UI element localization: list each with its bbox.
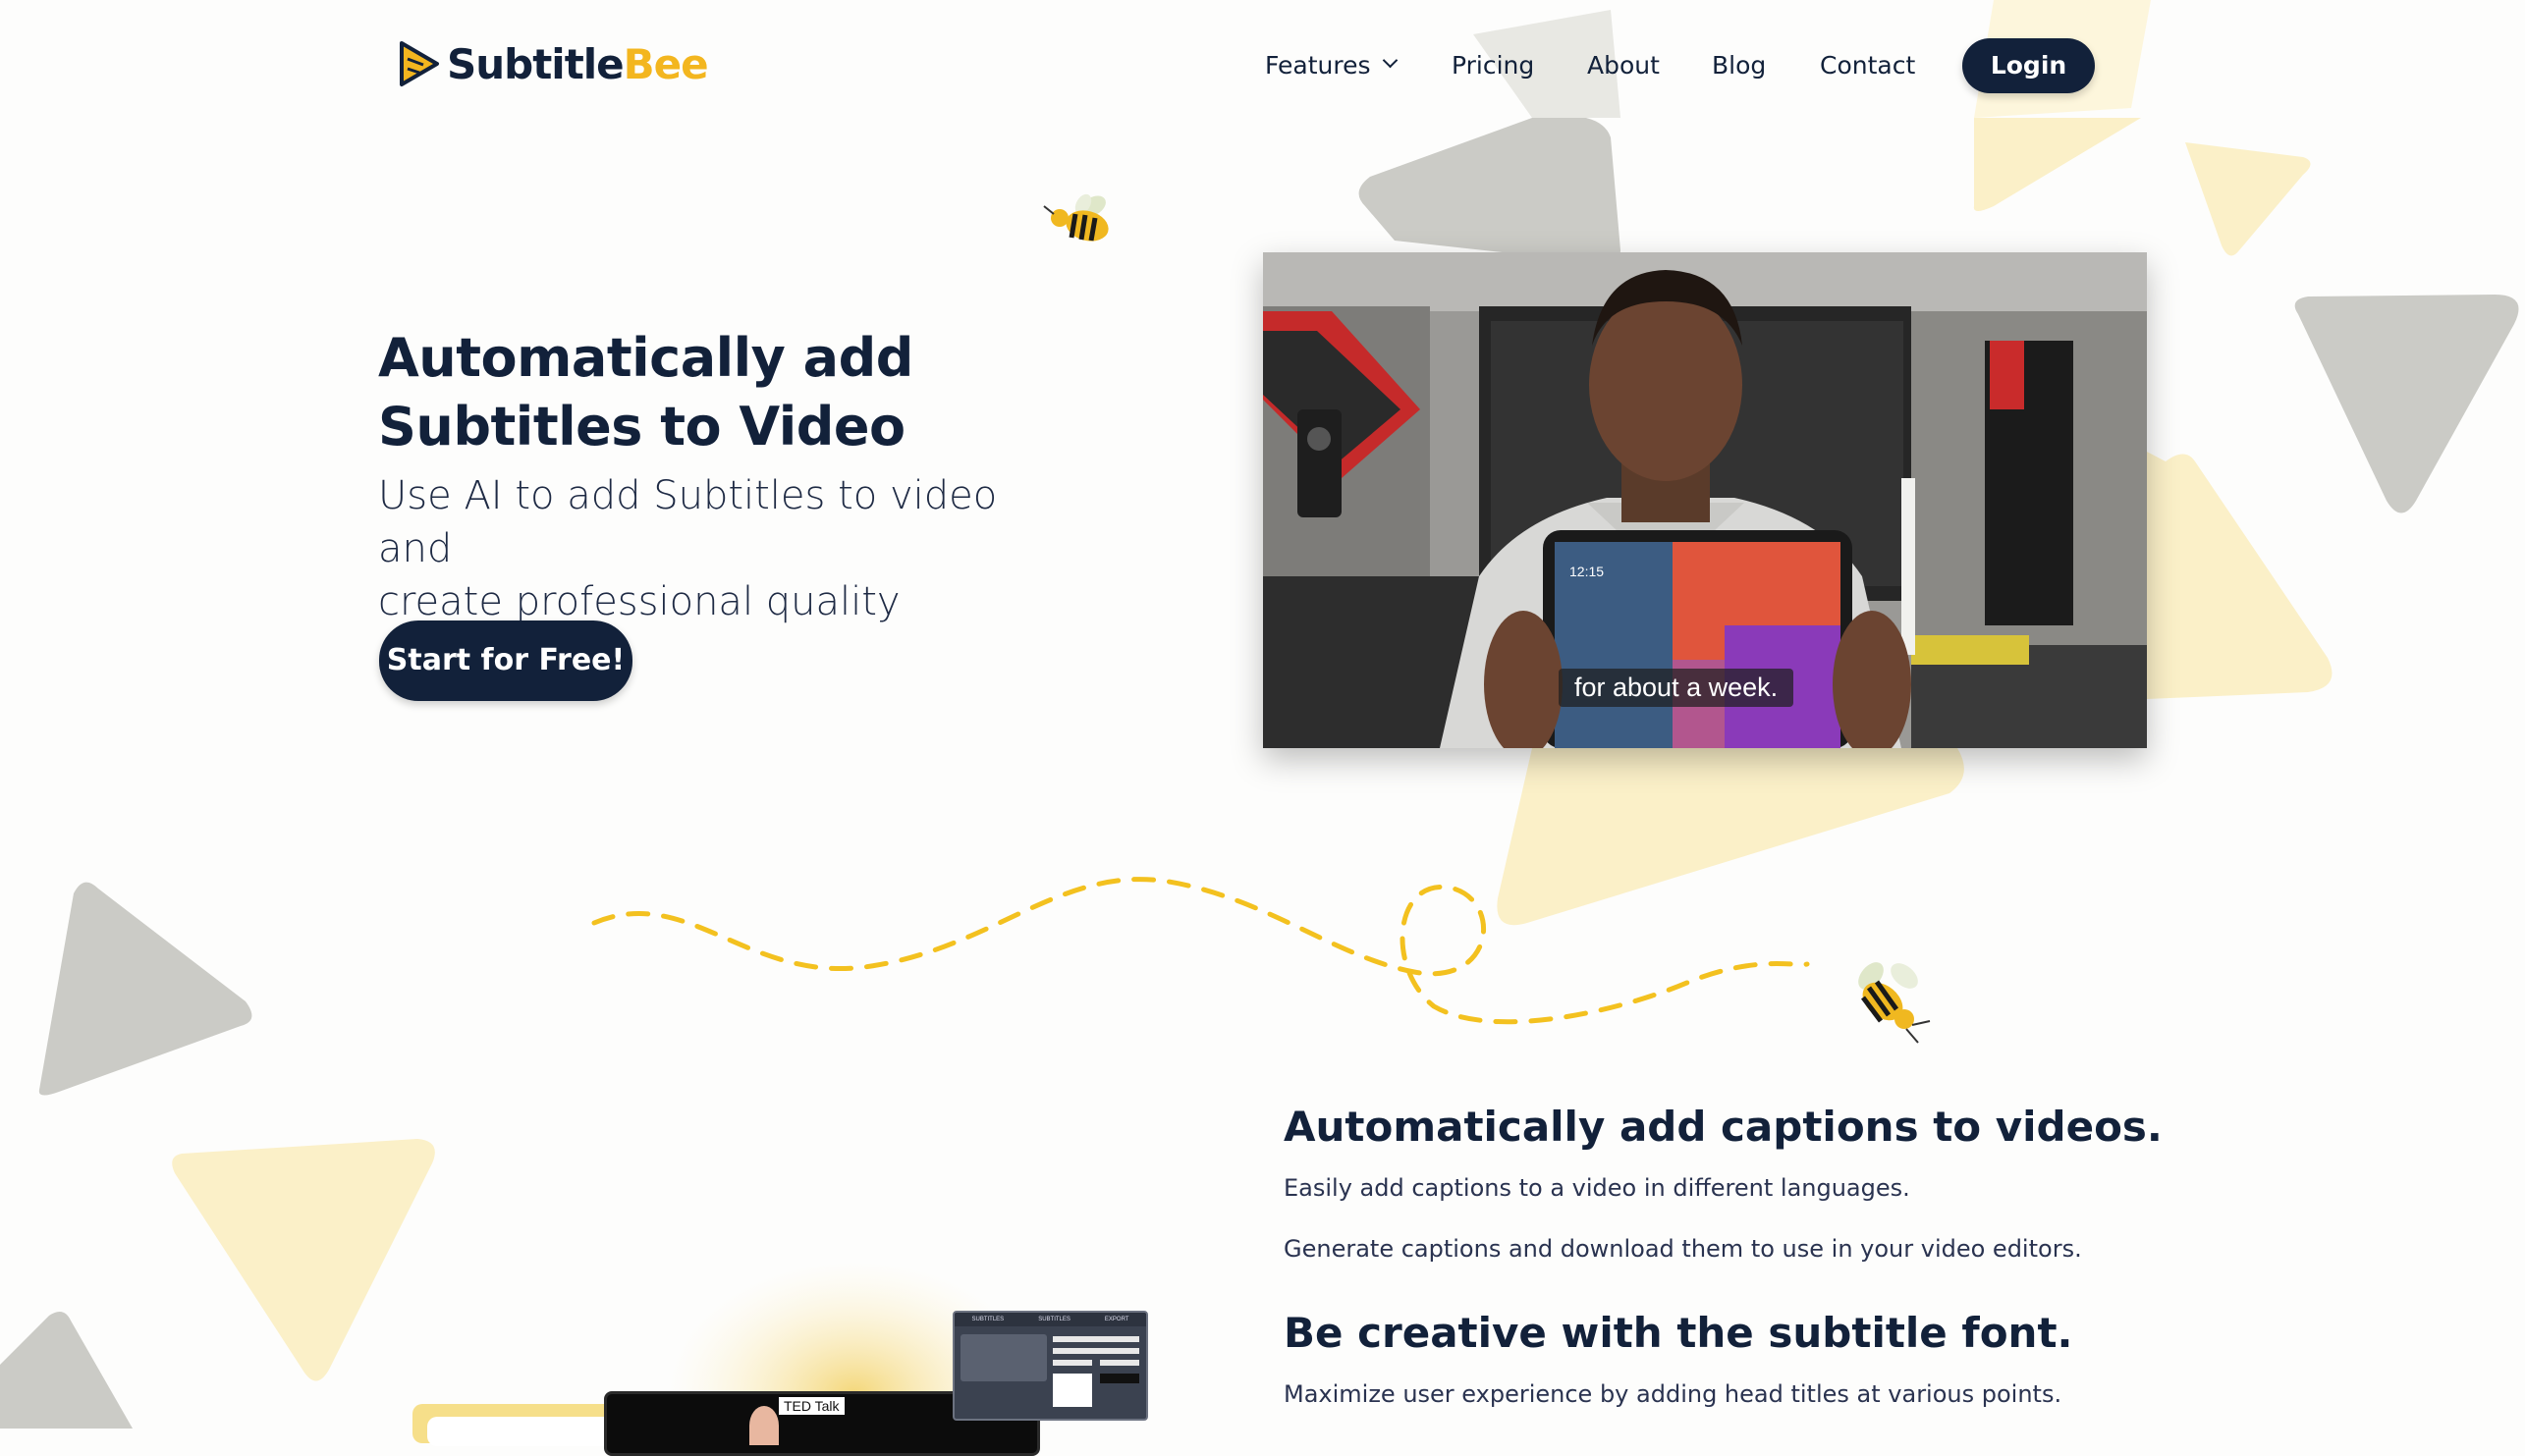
preview-field: [1053, 1348, 1139, 1354]
deco-triangle-yellow: [1973, 118, 2141, 211]
logo-play-icon: [400, 41, 439, 86]
nav-pricing-label: Pricing: [1452, 50, 1535, 80]
deco-triangle-yellow: [1497, 748, 1964, 926]
deco-triangle-yellow: [2147, 452, 2333, 699]
preview-video-person: [749, 1406, 779, 1445]
feature-font-title: Be creative with the subtitle font.: [1284, 1309, 2073, 1357]
nav-features-label: Features: [1265, 50, 1371, 80]
deco-triangle-gray: [0, 1312, 133, 1429]
preview-upload-area: [961, 1334, 1047, 1381]
nav-about-label: About: [1587, 50, 1660, 80]
logo[interactable]: SubtitleBee: [398, 39, 709, 88]
chevron-down-icon: [1382, 52, 1398, 68]
deco-triangle-gray: [38, 882, 252, 1096]
preview-tab-2: SUBTITLES: [1038, 1317, 1070, 1322]
flight-path: [591, 877, 1810, 1025]
preview-field: [1100, 1360, 1139, 1366]
deco-triangle-gray: [1358, 115, 1620, 264]
ted-talk-label: TED Talk: [779, 1397, 845, 1415]
hero-video[interactable]: 12:15 for about a week.: [1263, 252, 2147, 748]
nav-contact-label: Contact: [1820, 50, 1916, 80]
start-free-button[interactable]: Start for Free!: [379, 620, 632, 701]
nav-blog-label: Blog: [1712, 50, 1767, 80]
editor-preview: TED Talk SUBTITLES SUBTITLES EXPORT: [412, 1311, 1159, 1456]
preview-card-white: [427, 1417, 633, 1446]
nav-pricing[interactable]: Pricing: [1452, 41, 1534, 88]
nav-contact[interactable]: Contact: [1820, 41, 1915, 88]
feature-captions-title: Automatically add captions to videos.: [1284, 1103, 2163, 1151]
logo-text-bee: Bee: [623, 39, 709, 88]
preview-field: [1053, 1336, 1139, 1342]
deco-triangle-yellow: [2185, 142, 2311, 256]
nav-features[interactable]: Features: [1265, 41, 1398, 88]
bee-icon: [1858, 962, 1931, 1044]
preview-tabs: SUBTITLES SUBTITLES EXPORT: [955, 1313, 1146, 1326]
deco-triangle-yellow: [172, 1139, 435, 1381]
login-button[interactable]: Login: [1962, 38, 2095, 93]
hero-title-line1: Automatically add: [378, 327, 913, 389]
preview-color-swatch: [1100, 1374, 1139, 1383]
preview-field: [1053, 1360, 1092, 1366]
hero-subtitle-line1: Use AI to add Subtitles to video and: [378, 473, 998, 571]
tablet-time: 12:15: [1569, 564, 1604, 579]
nav-blog[interactable]: Blog: [1712, 41, 1766, 88]
video-subtitle-caption: for about a week.: [1559, 669, 1794, 707]
preview-tab-3: EXPORT: [1104, 1317, 1129, 1322]
logo-text-subtitle: Subtitle: [447, 39, 625, 88]
feature-captions-text2: Generate captions and download them to u…: [1284, 1235, 2082, 1263]
preview-tab-1: SUBTITLES: [971, 1317, 1005, 1322]
hero-title: Automatically add Subtitles to Video: [378, 324, 1016, 461]
preview-editor-panel: SUBTITLES SUBTITLES EXPORT: [953, 1311, 1148, 1421]
logo-text: SubtitleBee: [447, 39, 709, 88]
feature-captions-text1: Easily add captions to a video in differ…: [1284, 1174, 1910, 1202]
deco-triangle-gray: [2294, 295, 2519, 513]
bee-icon: [1043, 193, 1109, 242]
nav-about[interactable]: About: [1587, 41, 1660, 88]
feature-font-text1: Maximize user experience by adding head …: [1284, 1380, 2062, 1408]
hero-title-line2: Subtitles to Video: [378, 396, 906, 458]
preview-dropdown: [1053, 1374, 1092, 1407]
